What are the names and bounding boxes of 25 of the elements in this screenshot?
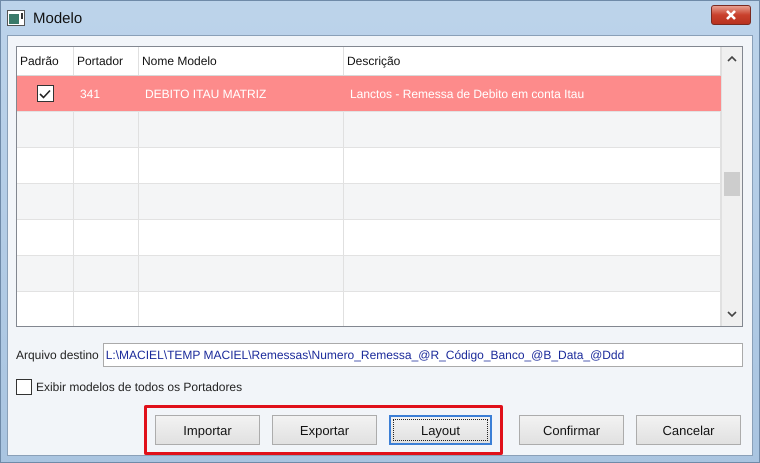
scroll-up-icon[interactable] [727, 55, 737, 62]
scroll-down-icon[interactable] [727, 311, 737, 318]
check-icon [39, 88, 51, 98]
checkbox[interactable] [16, 379, 32, 395]
close-icon [724, 9, 738, 21]
path-field[interactable]: L:\MACIEL\TEMP MACIEL\Remessas\Numero_Remessa_@R_Código_Banco_@B_Data_@Ddd [102, 343, 743, 367]
column-header[interactable]: Padrão [17, 47, 74, 75]
window-title: Modelo [33, 10, 84, 26]
dialog-button[interactable]: Cancelar [636, 415, 741, 445]
column-header[interactable]: Portador [74, 47, 139, 75]
checkbox[interactable] [36, 85, 54, 102]
table-cell: DEBITO ITAU MATRIZ [145, 86, 266, 100]
dialog-button[interactable]: Confirmar [519, 415, 624, 445]
dialog-button[interactable]: Importar [155, 415, 260, 445]
table-cell: 341 [80, 86, 100, 100]
window-icon [7, 10, 25, 26]
scrollbar[interactable] [721, 47, 742, 326]
table-cell: Lanctos - Remessa de Debito em conta Itau [350, 86, 584, 100]
column-header[interactable]: Nome Modelo [139, 47, 344, 75]
dialog-button[interactable]: Exportar [272, 415, 377, 445]
dialog-button[interactable]: Layout [389, 415, 492, 445]
scroll-thumb[interactable] [724, 172, 740, 196]
checkbox-label: Exibir modelos de todos os Portadores [36, 380, 242, 394]
field-label: Arquivo destino [16, 348, 99, 362]
close-button[interactable] [711, 5, 751, 25]
